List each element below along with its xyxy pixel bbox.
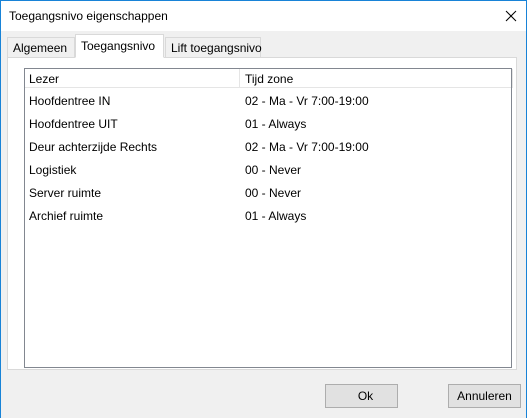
close-button[interactable] [496,1,526,31]
cell-tijd-zone: 00 - Never [245,163,302,177]
cell-lezer: Logistiek [29,163,77,177]
ok-button-label: Ok [357,389,374,403]
list-row[interactable]: Deur achterzijde Rechts 02 - Ma - Vr 7:0… [25,135,511,158]
list-rows: Hoofdentree IN 02 - Ma - Vr 7:00-19:00 H… [25,89,511,227]
cell-lezer: Hoofdentree IN [29,94,111,108]
close-icon [505,10,517,22]
cell-lezer: Archief ruimte [29,209,104,223]
list-header: Lezer Tijd zone [25,69,513,88]
list-row[interactable]: Logistiek 00 - Never [25,158,511,181]
column-header-tijd-zone[interactable]: Tijd zone [241,69,513,88]
cell-lezer: Server ruimte [29,186,102,200]
cell-lezer: Hoofdentree UIT [29,117,118,131]
tab-toegangsnivo[interactable]: Toegangsnivo [75,34,164,58]
dialog-window: Toegangsnivo eigenschappen Algemeen Toeg… [0,0,527,418]
cancel-button[interactable]: Annuleren [448,384,521,408]
column-header-lezer[interactable]: Lezer [25,69,240,88]
cancel-button-label: Annuleren [457,389,512,403]
cell-tijd-zone: 02 - Ma - Vr 7:00-19:00 [245,140,369,154]
button-bar: Ok Annuleren [1,372,526,418]
tab-lift-toegangsnivo[interactable]: Lift toegangsnivo [165,37,262,57]
list-row[interactable]: Hoofdentree IN 02 - Ma - Vr 7:00-19:00 [25,89,511,112]
cell-tijd-zone: 01 - Always [245,209,307,223]
title-bar: Toegangsnivo eigenschappen [1,1,526,31]
tab-algemeen[interactable]: Algemeen [7,37,75,57]
list-row[interactable]: Server ruimte 00 - Never [25,181,511,204]
ok-button[interactable]: Ok [325,384,398,408]
cell-lezer: Deur achterzijde Rechts [29,140,158,154]
cell-tijd-zone: 01 - Always [245,117,307,131]
list-row[interactable]: Hoofdentree UIT 01 - Always [25,112,511,135]
list-row[interactable]: Archief ruimte 01 - Always [25,204,511,227]
cell-tijd-zone: 02 - Ma - Vr 7:00-19:00 [245,94,369,108]
tab-panel: Lezer Tijd zone Hoofdentree IN 02 - Ma -… [7,57,517,370]
reader-list[interactable]: Lezer Tijd zone Hoofdentree IN 02 - Ma -… [24,68,513,368]
window-title: Toegangsnivo eigenschappen [9,9,168,23]
cell-tijd-zone: 00 - Never [245,186,302,200]
